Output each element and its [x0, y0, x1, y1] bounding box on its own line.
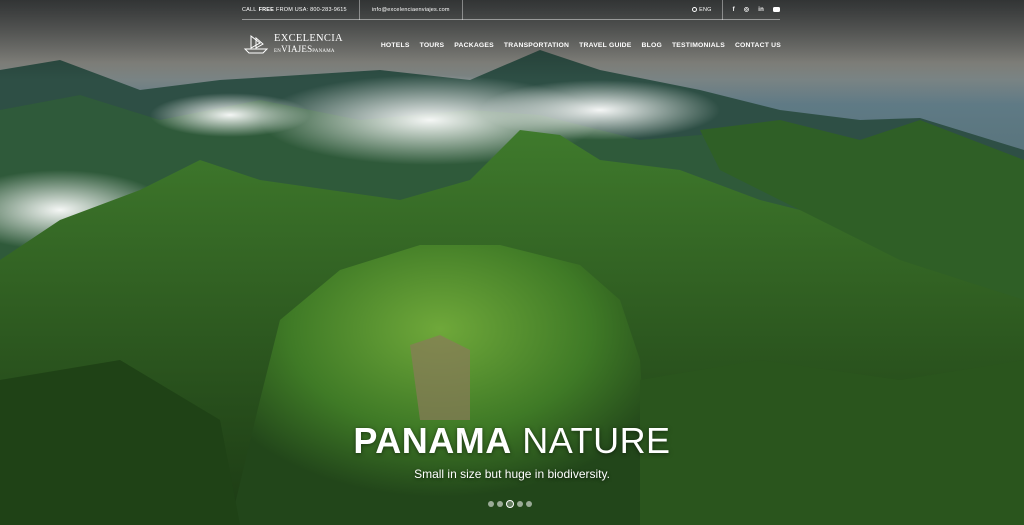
- slider-dot[interactable]: [506, 500, 514, 508]
- nav-contact-us[interactable]: CONTACT US: [735, 42, 781, 49]
- main-navigation: HOTELS TOURS PACKAGES TRANSPORTATION TRA…: [381, 42, 781, 49]
- globe-icon: [692, 7, 698, 12]
- instagram-icon[interactable]: ◎: [744, 6, 749, 13]
- call-free: FREE: [258, 6, 275, 13]
- site-logo[interactable]: EXCELENCIA ENVIAJESPANAMA: [243, 33, 343, 55]
- logo-viajes: VIAJES: [281, 43, 313, 54]
- youtube-icon[interactable]: [773, 7, 780, 12]
- slider-dot[interactable]: [497, 501, 503, 507]
- hero-title: PANAMA NATURE: [0, 420, 1024, 462]
- hero-subtitle: Small in size but huge in biodiversity.: [414, 467, 610, 481]
- call-number[interactable]: FROM USA: 800-283-9615: [276, 7, 347, 13]
- nav-tours[interactable]: TOURS: [420, 42, 445, 49]
- slider-dot[interactable]: [517, 501, 523, 507]
- nav-blog[interactable]: BLOG: [642, 42, 662, 49]
- logo-line-2: ENVIAJESPANAMA: [274, 43, 343, 54]
- hero-caption: PANAMA NATURE Small in size but huge in …: [0, 420, 1024, 481]
- nav-testimonials[interactable]: TESTIMONIALS: [672, 42, 725, 49]
- slider-pagination: [488, 500, 532, 508]
- hero-title-bold: PANAMA: [353, 420, 512, 461]
- nav-hotels[interactable]: HOTELS: [381, 42, 410, 49]
- nav-packages[interactable]: PACKAGES: [454, 42, 494, 49]
- nav-travel-guide[interactable]: TRAVEL GUIDE: [579, 42, 631, 49]
- call-prefix: CALL: [242, 6, 257, 13]
- nav-transportation[interactable]: TRANSPORTATION: [504, 42, 569, 49]
- email-link[interactable]: info@excelenciaenviajes.com: [360, 0, 463, 20]
- logo-panama: PANAMA: [312, 48, 335, 54]
- social-links: f ◎ in: [723, 6, 780, 13]
- facebook-icon[interactable]: f: [733, 7, 735, 13]
- language-label: ENG: [699, 6, 712, 13]
- slider-dot[interactable]: [488, 501, 494, 507]
- call-info: CALL FREE FROM USA: 800-283-9615: [242, 0, 360, 20]
- linkedin-icon[interactable]: in: [758, 7, 764, 13]
- top-contact-bar: CALL FREE FROM USA: 800-283-9615 info@ex…: [242, 0, 780, 20]
- language-selector[interactable]: ENG: [682, 0, 723, 20]
- slider-dot[interactable]: [526, 501, 532, 507]
- ship-logo-icon: [243, 34, 269, 54]
- logo-text: EXCELENCIA ENVIAJESPANAMA: [274, 34, 343, 54]
- hero-title-light: NATURE: [511, 420, 671, 461]
